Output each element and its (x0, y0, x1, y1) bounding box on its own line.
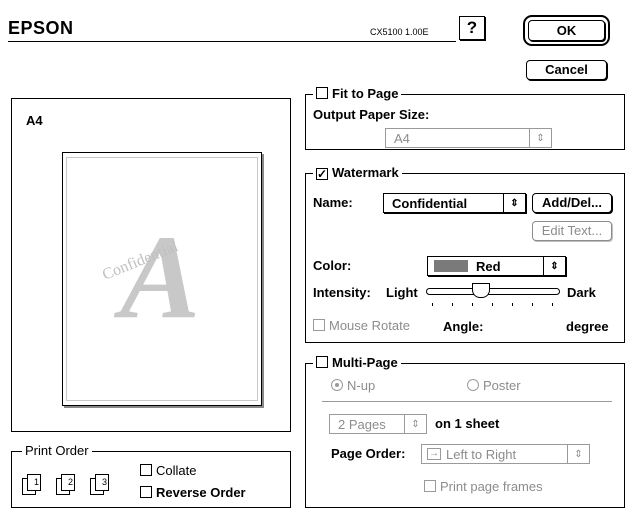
on-one-sheet-label: on 1 sheet (435, 416, 500, 431)
page-order-label: Page Order: (331, 446, 406, 461)
nup-radio-button[interactable] (331, 379, 343, 391)
page-order-select[interactable]: → Left to Right ⇕ (421, 444, 590, 464)
multi-page-title[interactable]: Multi-Page (313, 355, 401, 370)
output-paper-size-label: Output Paper Size: (313, 107, 430, 122)
print-order-title: Print Order (22, 443, 92, 458)
color-select[interactable]: Red ⇕ (427, 256, 566, 276)
pages-per-sheet-select[interactable]: 2 Pages ⇕ (329, 414, 427, 434)
watermark-name-select[interactable]: Confidential ⇕ (383, 193, 526, 213)
print-page-frames-checkbox[interactable]: Print page frames (424, 479, 543, 494)
edit-text-button[interactable]: Edit Text... (532, 221, 612, 241)
print-order-page3-icon: 3 (90, 474, 116, 496)
multi-page-label: Multi-Page (332, 355, 398, 370)
cancel-button[interactable]: Cancel (526, 60, 607, 80)
print-order-page1-icon: 1 (22, 474, 48, 496)
fit-to-page-label: Fit to Page (332, 86, 399, 101)
intensity-dark-label: Dark (567, 285, 596, 300)
multi-page-divider (322, 401, 612, 402)
reverse-order-label: Reverse Order (156, 485, 246, 500)
watermark-checkbox[interactable]: ✓ (316, 168, 328, 180)
slider-tick (552, 303, 553, 306)
print-page-frames-checkbox-box[interactable] (424, 480, 436, 492)
slider-tick (432, 303, 433, 306)
output-paper-size-select[interactable]: A4 ⇕ (385, 128, 552, 148)
header-divider (8, 41, 456, 42)
ok-button[interactable]: OK (528, 20, 605, 41)
poster-label: Poster (483, 378, 521, 393)
fit-to-page-title[interactable]: Fit to Page (313, 86, 402, 101)
angle-label: Angle: (443, 319, 484, 334)
mouse-rotate-checkbox-box[interactable] (313, 319, 325, 331)
add-del-button[interactable]: Add/Del... (532, 193, 612, 213)
intensity-label: Intensity: (313, 285, 371, 300)
watermark-title[interactable]: ✓ Watermark (313, 165, 402, 180)
watermark-name-label: Name: (313, 195, 353, 210)
print-order-page2-icon: 2 (56, 474, 82, 496)
left-to-right-icon: → (427, 448, 441, 460)
updown-arrows-icon: ⇕ (503, 194, 525, 212)
model-version-label: CX5100 1.00E (370, 27, 429, 37)
watermark-label: Watermark (332, 165, 399, 180)
poster-radio[interactable]: Poster (467, 378, 521, 393)
slider-tick (452, 303, 453, 306)
slider-tick (532, 303, 533, 306)
collate-checkbox[interactable]: Collate (140, 463, 196, 478)
updown-arrows-icon: ⇕ (567, 445, 589, 463)
intensity-light-label: Light (386, 285, 418, 300)
pages-per-sheet-value: 2 Pages (338, 417, 386, 432)
collate-label: Collate (156, 463, 197, 478)
page-order-value: Left to Right (446, 447, 517, 462)
multi-page-checkbox[interactable] (316, 356, 328, 368)
slider-tick (512, 303, 513, 306)
epson-logo: EPSON (8, 18, 74, 38)
color-swatch (434, 260, 468, 272)
updown-arrows-icon: ⇕ (404, 415, 426, 433)
updown-arrows-icon: ⇕ (543, 257, 565, 275)
slider-tick (472, 303, 473, 306)
color-value: Red (476, 259, 501, 274)
intensity-slider-track[interactable] (426, 288, 560, 295)
watermark-letter-preview: A (120, 210, 201, 343)
degree-label: degree (566, 319, 609, 334)
reverse-order-checkbox-box[interactable] (140, 486, 152, 498)
fit-to-page-checkbox[interactable] (316, 87, 328, 99)
collate-checkbox-box[interactable] (140, 464, 152, 476)
slider-tick (492, 303, 493, 306)
mouse-rotate-checkbox[interactable]: Mouse Rotate (313, 318, 410, 333)
output-paper-size-value: A4 (394, 131, 410, 146)
nup-radio[interactable]: N-up (331, 378, 375, 393)
nup-label: N-up (347, 378, 376, 393)
print-page-frames-label: Print page frames (440, 479, 543, 494)
reverse-order-checkbox[interactable]: Reverse Order (140, 485, 246, 500)
updown-arrows-icon: ⇕ (529, 129, 551, 147)
help-button[interactable]: ? (459, 16, 485, 40)
preview-paper-size: A4 (26, 113, 43, 128)
poster-radio-button[interactable] (467, 379, 479, 391)
watermark-name-value: Confidential (392, 196, 468, 211)
color-label: Color: (313, 258, 352, 273)
mouse-rotate-label: Mouse Rotate (329, 318, 410, 333)
